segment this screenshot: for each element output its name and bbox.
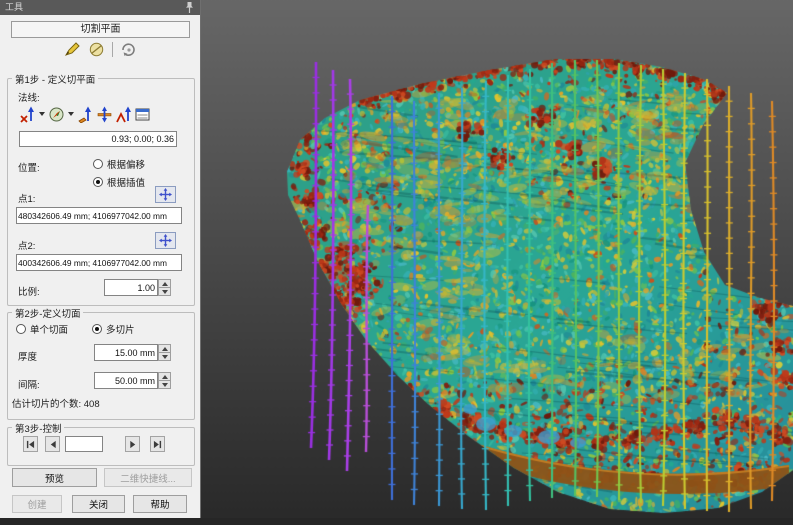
radio-by-offset[interactable]: 根据偏移 xyxy=(93,157,145,171)
spacing-label: 间隔: xyxy=(18,377,40,391)
spin-down-button[interactable] xyxy=(158,381,171,389)
application-window: 工具 切割平面 第1步 - 定义切平面 xyxy=(0,0,793,525)
radio-multi-slices[interactable]: 多切片 xyxy=(92,322,135,336)
slice-index-field[interactable] xyxy=(65,436,103,452)
orbit-icon[interactable] xyxy=(120,41,137,58)
point1-field[interactable] xyxy=(16,207,182,224)
dropdown-caret[interactable] xyxy=(68,112,74,116)
spin-down-button[interactable] xyxy=(158,353,171,361)
nav-next-button[interactable] xyxy=(125,436,140,452)
normal-vector-field[interactable] xyxy=(19,131,177,147)
numeric-input-icon[interactable] xyxy=(134,106,151,123)
tool-panel: 工具 切割平面 第1步 - 定义切平面 xyxy=(0,0,201,525)
tool-header: 切割平面 xyxy=(11,21,190,38)
close-button[interactable]: 关闭 xyxy=(72,495,125,513)
step1-title: 第1步 - 定义切平面 xyxy=(12,72,98,86)
radio-by-interpolation[interactable]: 根据插值 xyxy=(93,175,145,189)
align-axis-icon[interactable] xyxy=(115,106,132,123)
help-button[interactable]: 帮助 xyxy=(133,495,187,513)
radio-circle[interactable] xyxy=(93,159,103,169)
normal-view-icon[interactable] xyxy=(48,106,65,123)
normal-points-icon[interactable] xyxy=(77,106,94,123)
sphere-icon[interactable] xyxy=(88,41,105,58)
create-button[interactable]: 创建 xyxy=(12,495,62,513)
slice-count-estimate: 估计切片的个数: 408 xyxy=(12,396,100,410)
radio-label[interactable]: 根据偏移 xyxy=(107,157,145,171)
pick-point1-button[interactable] xyxy=(155,186,176,203)
spacing-spinner xyxy=(158,372,171,389)
pin-icon[interactable] xyxy=(184,1,195,14)
radio-single-section[interactable]: 单个切面 xyxy=(16,322,68,336)
radio-circle[interactable] xyxy=(92,324,102,334)
invert-normal-icon[interactable] xyxy=(19,106,36,123)
next-icon xyxy=(129,440,137,449)
spin-up-button[interactable] xyxy=(158,279,171,288)
step3-title: 第3步-控制 xyxy=(12,421,64,435)
toolbar-separator xyxy=(112,42,113,57)
nav-prev-button[interactable] xyxy=(45,436,60,452)
position-label: 位置: xyxy=(18,160,40,174)
skip-first-icon xyxy=(26,440,35,449)
panel-title: 工具 xyxy=(5,2,23,12)
radio-label[interactable]: 根据插值 xyxy=(107,175,145,189)
nav-last-button[interactable] xyxy=(150,436,165,452)
panel-titlebar: 工具 xyxy=(0,0,200,15)
skip-last-icon xyxy=(153,440,162,449)
prev-icon xyxy=(49,440,57,449)
thickness-label: 厚度 xyxy=(18,349,37,363)
flip-plane-icon[interactable] xyxy=(96,106,113,123)
radio-label[interactable]: 单个切面 xyxy=(30,322,68,336)
viewport-3d[interactable] xyxy=(201,0,793,525)
point2-label: 点2: xyxy=(18,238,35,252)
scale-field[interactable] xyxy=(104,279,158,296)
bottom-edge-strip xyxy=(0,518,793,525)
shortcut-2d-button[interactable]: 二维快捷线... xyxy=(104,468,192,487)
panel-toolbar xyxy=(0,40,200,58)
radio-circle[interactable] xyxy=(93,177,103,187)
scale-spinner xyxy=(158,279,171,296)
point2-field[interactable] xyxy=(16,254,182,271)
pointcloud-canvas[interactable] xyxy=(201,0,793,525)
spin-up-button[interactable] xyxy=(158,344,171,353)
thickness-field[interactable] xyxy=(94,344,158,361)
draw-plane-icon[interactable] xyxy=(64,41,81,58)
point1-label: 点1: xyxy=(18,191,35,205)
normal-label: 法线: xyxy=(18,90,40,104)
step2-title: 第2步-定义切面 xyxy=(12,306,83,320)
scale-label: 比例: xyxy=(18,284,40,298)
dropdown-caret[interactable] xyxy=(39,112,45,116)
move-cross-icon xyxy=(159,234,172,247)
nav-first-button[interactable] xyxy=(23,436,38,452)
move-cross-icon xyxy=(159,188,172,201)
thickness-spinner xyxy=(158,344,171,361)
spacing-field[interactable] xyxy=(94,372,158,389)
preview-button[interactable]: 预览 xyxy=(12,468,97,487)
spin-up-button[interactable] xyxy=(158,372,171,381)
spin-down-button[interactable] xyxy=(158,288,171,296)
normal-tools-row xyxy=(19,105,151,123)
radio-circle[interactable] xyxy=(16,324,26,334)
radio-label[interactable]: 多切片 xyxy=(106,322,135,336)
pick-point2-button[interactable] xyxy=(155,232,176,249)
